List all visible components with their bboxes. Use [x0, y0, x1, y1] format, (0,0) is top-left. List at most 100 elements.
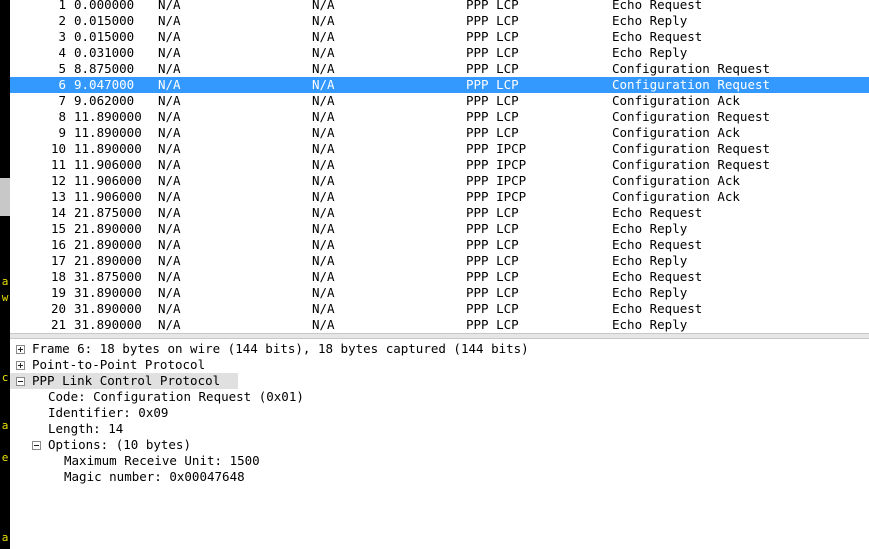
packet-protocol: PPP LCP: [466, 205, 519, 220]
packet-destination: N/A: [312, 253, 335, 268]
packet-number: 19: [50, 285, 66, 300]
packet-row[interactable]: 1 0.000000 N/A N/A PPP LCP Echo Request: [10, 0, 869, 13]
detail-tree-item[interactable]: Identifier: 0x09: [10, 405, 869, 421]
packet-row[interactable]: 13 11.906000 N/A N/A PPP IPCP Configuration A…: [10, 189, 869, 205]
packet-number: 4: [58, 45, 66, 60]
packet-row[interactable]: 17 21.890000 N/A N/A PPP LCP Echo Reply: [10, 253, 869, 269]
packet-destination: N/A: [312, 205, 335, 220]
background-window-strip: awcaea: [0, 0, 10, 549]
packet-protocol: PPP LCP: [466, 45, 519, 60]
packet-row[interactable]: 2 0.015000 N/A N/A PPP LCP Echo Reply: [10, 13, 869, 29]
packet-destination: N/A: [312, 173, 335, 188]
packet-time: 31.890000: [74, 317, 142, 332]
packet-info: Echo Request: [612, 269, 703, 284]
packet-row[interactable]: 11 11.906000 N/A N/A PPP IPCP Configuration R…: [10, 157, 869, 173]
packet-time: 9.047000: [74, 77, 135, 92]
packet-destination: N/A: [312, 237, 335, 252]
packet-row[interactable]: 4 0.031000 N/A N/A PPP LCP Echo Reply: [10, 45, 869, 61]
packet-row[interactable]: 3 0.015000 N/A N/A PPP LCP Echo Request: [10, 29, 869, 45]
packet-info: Configuration Ack: [612, 173, 740, 188]
detail-tree-item[interactable]: Code: Configuration Request (0x01): [10, 389, 869, 405]
packet-row[interactable]: 10 11.890000 N/A N/A PPP IPCP Configuration R…: [10, 141, 869, 157]
detail-tree-item[interactable]: Length: 14: [10, 421, 869, 437]
packet-row[interactable]: 9 11.890000 N/A N/A PPP LCP Configuration Ack: [10, 125, 869, 141]
packet-source: N/A: [158, 189, 181, 204]
packet-source: N/A: [158, 301, 181, 316]
packet-source: N/A: [158, 141, 181, 156]
detail-tree-label: Magic number: 0x00047648: [64, 469, 245, 484]
packet-source: N/A: [158, 77, 181, 92]
expand-plus-icon[interactable]: [16, 361, 25, 370]
background-window-letter: a: [1, 275, 9, 288]
packet-time: 11.890000: [74, 109, 142, 124]
packet-row[interactable]: 21 31.890000 N/A N/A PPP LCP Echo Reply: [10, 317, 869, 333]
packet-time: 0.031000: [74, 45, 135, 60]
packet-number: 1: [58, 0, 66, 12]
packet-protocol: PPP LCP: [466, 0, 519, 12]
packet-destination: N/A: [312, 13, 335, 28]
packet-info: Echo Request: [612, 205, 703, 220]
packet-protocol: PPP LCP: [466, 77, 519, 92]
packet-destination: N/A: [312, 109, 335, 124]
detail-tree-item[interactable]: Options: (10 bytes): [10, 437, 869, 453]
packet-source: N/A: [158, 253, 181, 268]
detail-tree-item[interactable]: Magic number: 0x00047648: [10, 469, 869, 485]
packet-row[interactable]: 15 21.890000 N/A N/A PPP LCP Echo Reply: [10, 221, 869, 237]
packet-info: Configuration Ack: [612, 189, 740, 204]
packet-number: 16: [50, 237, 66, 252]
packet-time: 21.890000: [74, 221, 142, 236]
packet-list[interactable]: 1 0.000000 N/A N/A PPP LCP Echo Request 2 0.015…: [10, 0, 869, 333]
background-window-block: [0, 178, 10, 216]
packet-protocol: PPP LCP: [466, 237, 519, 252]
packet-info: Echo Reply: [612, 317, 688, 332]
packet-row-selected[interactable]: 6 9.047000 N/A N/A PPP LCP Configuration Requ…: [10, 77, 869, 93]
packet-number: 13: [50, 189, 66, 204]
packet-row[interactable]: 16 21.890000 N/A N/A PPP LCP Echo Request: [10, 237, 869, 253]
packet-row[interactable]: 5 8.875000 N/A N/A PPP LCP Configuration Requ…: [10, 61, 869, 77]
packet-protocol: PPP LCP: [466, 109, 519, 124]
expand-plus-icon[interactable]: [16, 345, 25, 354]
packet-protocol: PPP LCP: [466, 269, 519, 284]
packet-destination: N/A: [312, 301, 335, 316]
packet-time: 21.875000: [74, 205, 142, 220]
packet-protocol: PPP IPCP: [466, 189, 527, 204]
packet-info: Echo Reply: [612, 285, 688, 300]
detail-tree-item[interactable]: PPP Link Control Protocol: [10, 373, 238, 389]
packet-protocol: PPP LCP: [466, 301, 519, 316]
detail-tree-item[interactable]: Point-to-Point Protocol: [10, 357, 869, 373]
packet-source: N/A: [158, 173, 181, 188]
packet-source: N/A: [158, 125, 181, 140]
collapse-minus-icon[interactable]: [16, 377, 25, 386]
packet-protocol: PPP LCP: [466, 13, 519, 28]
packet-source: N/A: [158, 269, 181, 284]
detail-tree-item[interactable]: Frame 6: 18 bytes on wire (144 bits), 18…: [10, 341, 869, 357]
packet-details-tree[interactable]: Frame 6: 18 bytes on wire (144 bits), 18…: [10, 339, 869, 549]
packet-destination: N/A: [312, 77, 335, 92]
packet-number: 21: [50, 317, 66, 332]
packet-destination: N/A: [312, 93, 335, 108]
detail-tree-label: Point-to-Point Protocol: [32, 357, 206, 372]
collapse-minus-icon[interactable]: [32, 441, 41, 450]
packet-row[interactable]: 12 11.906000 N/A N/A PPP IPCP Configuration A…: [10, 173, 869, 189]
packet-row[interactable]: 7 9.062000 N/A N/A PPP LCP Configuration Ack: [10, 93, 869, 109]
background-window-letter: w: [1, 291, 9, 304]
packet-number: 20: [50, 301, 66, 316]
packet-number: 17: [50, 253, 66, 268]
packet-row[interactable]: 19 31.890000 N/A N/A PPP LCP Echo Reply: [10, 285, 869, 301]
packet-number: 14: [50, 205, 66, 220]
packet-source: N/A: [158, 45, 181, 60]
packet-time: 9.062000: [74, 93, 135, 108]
detail-tree-item[interactable]: Maximum Receive Unit: 1500: [10, 453, 869, 469]
packet-protocol: PPP LCP: [466, 285, 519, 300]
packet-destination: N/A: [312, 141, 335, 156]
detail-tree-label: Options: (10 bytes): [48, 437, 191, 452]
packet-number: 10: [50, 141, 66, 156]
packet-row[interactable]: 14 21.875000 N/A N/A PPP LCP Echo Request: [10, 205, 869, 221]
packet-row[interactable]: 18 31.875000 N/A N/A PPP LCP Echo Request: [10, 269, 869, 285]
packet-time: 31.890000: [74, 301, 142, 316]
packet-time: 8.875000: [74, 61, 135, 76]
packet-info: Echo Reply: [612, 253, 688, 268]
packet-row[interactable]: 8 11.890000 N/A N/A PPP LCP Configuration Req…: [10, 109, 869, 125]
packet-source: N/A: [158, 157, 181, 172]
packet-row[interactable]: 20 31.890000 N/A N/A PPP LCP Echo Request: [10, 301, 869, 317]
